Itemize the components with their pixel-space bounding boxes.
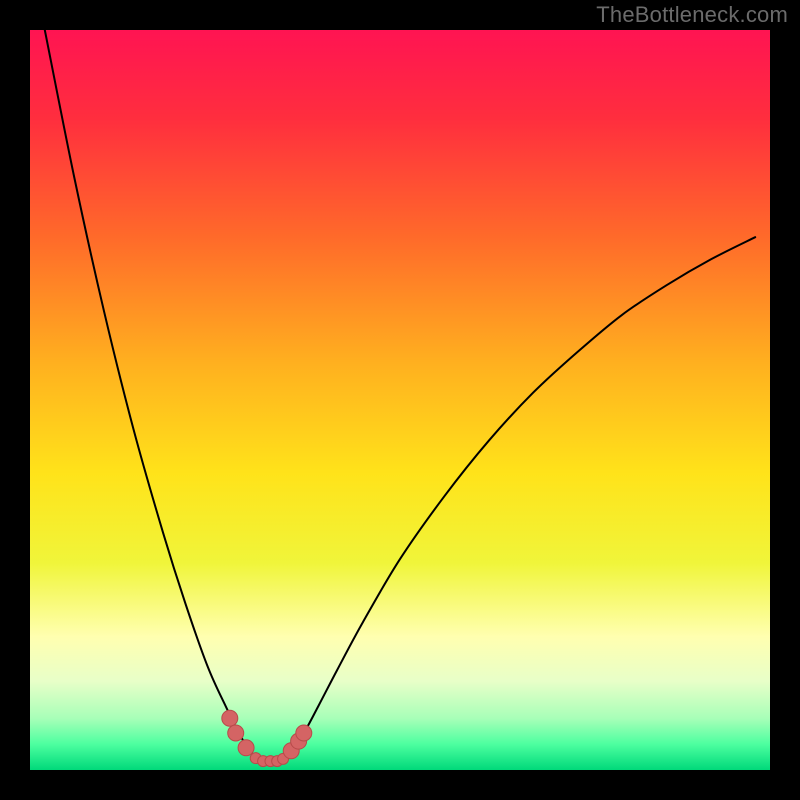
watermark-text: TheBottleneck.com <box>596 2 788 28</box>
plot-area <box>30 30 770 770</box>
gradient-background <box>30 30 770 770</box>
bottleneck-chart <box>30 30 770 770</box>
figure-container: TheBottleneck.com <box>0 0 800 800</box>
data-point <box>228 725 244 741</box>
data-point <box>296 725 312 741</box>
data-point <box>222 710 238 726</box>
data-point <box>238 740 254 756</box>
